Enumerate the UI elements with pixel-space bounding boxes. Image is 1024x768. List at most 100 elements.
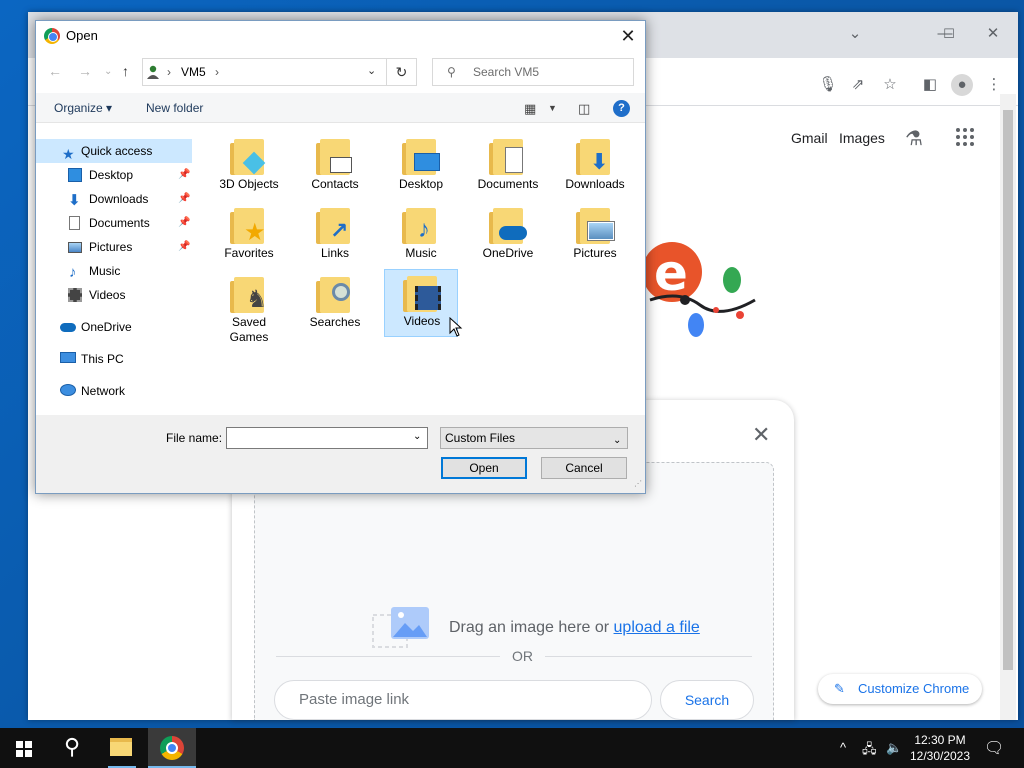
folder-downloads[interactable]: ⬇ Downloads bbox=[558, 135, 632, 203]
folder-label: Searches bbox=[309, 315, 361, 329]
recent-locations-icon[interactable]: ⌄ bbox=[104, 66, 112, 77]
nav-item-label: Videos bbox=[89, 288, 126, 302]
nav-item-music[interactable]: ♪ Music bbox=[36, 259, 192, 283]
upload-file-link[interactable]: upload a file bbox=[614, 619, 700, 636]
folder-desktop[interactable]: Desktop bbox=[384, 135, 458, 203]
labs-flask-icon[interactable]: ⚗ bbox=[905, 126, 923, 151]
nav-item-label: Downloads bbox=[89, 192, 149, 206]
windows-logo-icon bbox=[16, 741, 32, 757]
folder-saved-games[interactable]: ♞ Saved Games bbox=[212, 273, 286, 355]
folder-onedrive[interactable]: OneDrive bbox=[471, 204, 545, 272]
mic-blocked-icon[interactable]: 🎙 bbox=[817, 74, 839, 96]
forward-arrow-icon[interactable]: → bbox=[78, 63, 92, 79]
open-file-dialog: Open ✕ ← → ⌄ ↑ › VM5 › ⌄ ↻ ⚲ Search VM5 … bbox=[35, 20, 646, 494]
file-name-input[interactable]: ⌄ bbox=[226, 427, 428, 449]
folder-pictures[interactable]: Pictures bbox=[558, 204, 632, 272]
up-arrow-icon[interactable]: ↑ bbox=[122, 63, 129, 79]
folder-3d-objects[interactable]: 3D Objects bbox=[212, 135, 286, 203]
profile-avatar-icon[interactable]: ● bbox=[951, 74, 973, 96]
breadcrumb-vm5[interactable]: VM5 bbox=[181, 65, 206, 79]
customize-chrome-button[interactable]: ✎ Customize Chrome bbox=[818, 674, 982, 704]
breadcrumb-chevron-icon[interactable]: › bbox=[215, 65, 219, 79]
onedrive-folder-icon bbox=[489, 208, 527, 244]
file-type-select[interactable]: Custom Files ⌄ bbox=[440, 427, 628, 449]
nav-quick-access[interactable]: ★ Quick access bbox=[36, 139, 192, 163]
preview-pane-icon[interactable]: ◫ bbox=[578, 101, 590, 117]
nav-item-label: Pictures bbox=[89, 240, 133, 254]
system-clock[interactable]: 12:30 PM 12/30/2023 bbox=[904, 732, 976, 764]
lens-close-icon[interactable]: ✕ bbox=[752, 422, 770, 448]
drop-instructions: Drag an image here or upload a file bbox=[449, 619, 700, 637]
file-type-dropdown-icon[interactable]: ⌄ bbox=[613, 431, 621, 451]
side-panel-icon[interactable]: ◧ bbox=[919, 74, 941, 96]
nav-network[interactable]: Network bbox=[36, 379, 192, 403]
folder-label: Contacts bbox=[311, 177, 359, 191]
new-folder-button[interactable]: New folder bbox=[146, 101, 203, 115]
paste-image-link-input[interactable]: Paste image link bbox=[274, 680, 652, 720]
nav-onedrive-label: OneDrive bbox=[81, 320, 132, 334]
start-button[interactable] bbox=[0, 728, 48, 768]
nav-item-downloads[interactable]: ⬇ Downloads 📌 bbox=[36, 187, 192, 211]
lens-search-button[interactable]: Search bbox=[660, 680, 754, 720]
tab-search-icon[interactable]: ⌄ bbox=[845, 24, 865, 44]
bookmark-star-icon[interactable]: ☆ bbox=[879, 74, 901, 96]
folder-music[interactable]: ♪ Music bbox=[384, 204, 458, 272]
google-apps-icon[interactable] bbox=[956, 128, 974, 146]
pin-icon[interactable]: 📌 bbox=[178, 163, 190, 187]
file-name-label: File name: bbox=[166, 431, 223, 445]
network-status-icon[interactable]: 🖧 bbox=[862, 740, 877, 762]
open-button[interactable]: Open bbox=[441, 457, 527, 479]
back-arrow-icon[interactable]: ← bbox=[48, 63, 62, 79]
pin-icon[interactable]: 📌 bbox=[178, 211, 190, 235]
folder-contacts[interactable]: Contacts bbox=[298, 135, 372, 203]
chrome-menu-icon[interactable]: ⋮ bbox=[983, 74, 1005, 96]
nav-this-pc[interactable]: This PC bbox=[36, 347, 192, 371]
folder-videos[interactable]: Videos bbox=[384, 269, 458, 337]
maximize-icon[interactable]: ☐ bbox=[939, 24, 959, 44]
nav-item-desktop[interactable]: Desktop 📌 bbox=[36, 163, 192, 187]
share-icon[interactable]: ⇗ bbox=[847, 74, 869, 96]
show-hidden-icons-icon[interactable]: ^ bbox=[840, 740, 846, 755]
dialog-close-icon[interactable]: ✕ bbox=[616, 24, 640, 48]
gmail-link[interactable]: Gmail bbox=[791, 130, 828, 146]
nav-onedrive[interactable]: OneDrive bbox=[36, 315, 192, 339]
folder-label: Saved Games bbox=[229, 315, 269, 344]
pin-icon[interactable]: 📌 bbox=[178, 235, 190, 259]
organize-button[interactable]: Organize ▾ bbox=[54, 101, 112, 115]
folder-links[interactable]: ↗ Links bbox=[298, 204, 372, 272]
refresh-icon[interactable]: ↻ bbox=[387, 58, 417, 86]
scrollbar-thumb[interactable] bbox=[1003, 110, 1013, 670]
file-explorer-taskbar-icon[interactable] bbox=[98, 728, 146, 768]
folder-label: 3D Objects bbox=[219, 177, 279, 191]
view-options-dropdown-icon[interactable]: ▼ bbox=[548, 103, 557, 113]
folder-searches[interactable]: Searches bbox=[298, 273, 372, 341]
search-icon[interactable]: ⚲ bbox=[48, 728, 96, 768]
search-input[interactable]: ⚲ Search VM5 bbox=[432, 58, 634, 86]
change-view-icon[interactable]: ▦ bbox=[524, 101, 536, 117]
mouse-cursor-icon bbox=[449, 317, 463, 337]
folder-label: Videos bbox=[403, 314, 441, 328]
music-folder-icon: ♪ bbox=[402, 208, 440, 244]
file-name-dropdown-icon[interactable]: ⌄ bbox=[413, 431, 421, 442]
chrome-scrollbar[interactable] bbox=[1000, 94, 1016, 720]
cancel-button[interactable]: Cancel bbox=[541, 457, 627, 479]
volume-muted-icon[interactable]: 🔈 bbox=[886, 740, 902, 756]
help-icon[interactable]: ? bbox=[613, 100, 630, 117]
address-bar[interactable]: › VM5 › ⌄ bbox=[142, 58, 387, 86]
nav-item-pictures[interactable]: Pictures 📌 bbox=[36, 235, 192, 259]
pin-icon[interactable]: 📌 bbox=[178, 187, 190, 211]
folder-documents[interactable]: Documents bbox=[471, 135, 545, 203]
command-bar: Organize ▾ New folder ▦ ▼ ◫ ? bbox=[36, 93, 645, 123]
address-dropdown-icon[interactable]: ⌄ bbox=[367, 64, 376, 77]
notifications-icon[interactable]: 🗨 bbox=[984, 738, 1004, 758]
images-link[interactable]: Images bbox=[839, 130, 885, 146]
nav-item-documents[interactable]: Documents 📌 bbox=[36, 211, 192, 235]
folder-label: Favorites bbox=[224, 246, 274, 260]
chrome-taskbar-icon[interactable] bbox=[148, 728, 196, 768]
resize-grip-icon[interactable]: ⋰ bbox=[634, 479, 642, 488]
google-doodle[interactable]: e bbox=[640, 230, 770, 350]
window-close-icon[interactable]: ✕ bbox=[983, 24, 1003, 44]
folder-favorites[interactable]: ★ Favorites bbox=[212, 204, 286, 272]
nav-item-videos[interactable]: Videos bbox=[36, 283, 192, 307]
dialog-title-bar[interactable]: Open ✕ bbox=[36, 21, 645, 51]
